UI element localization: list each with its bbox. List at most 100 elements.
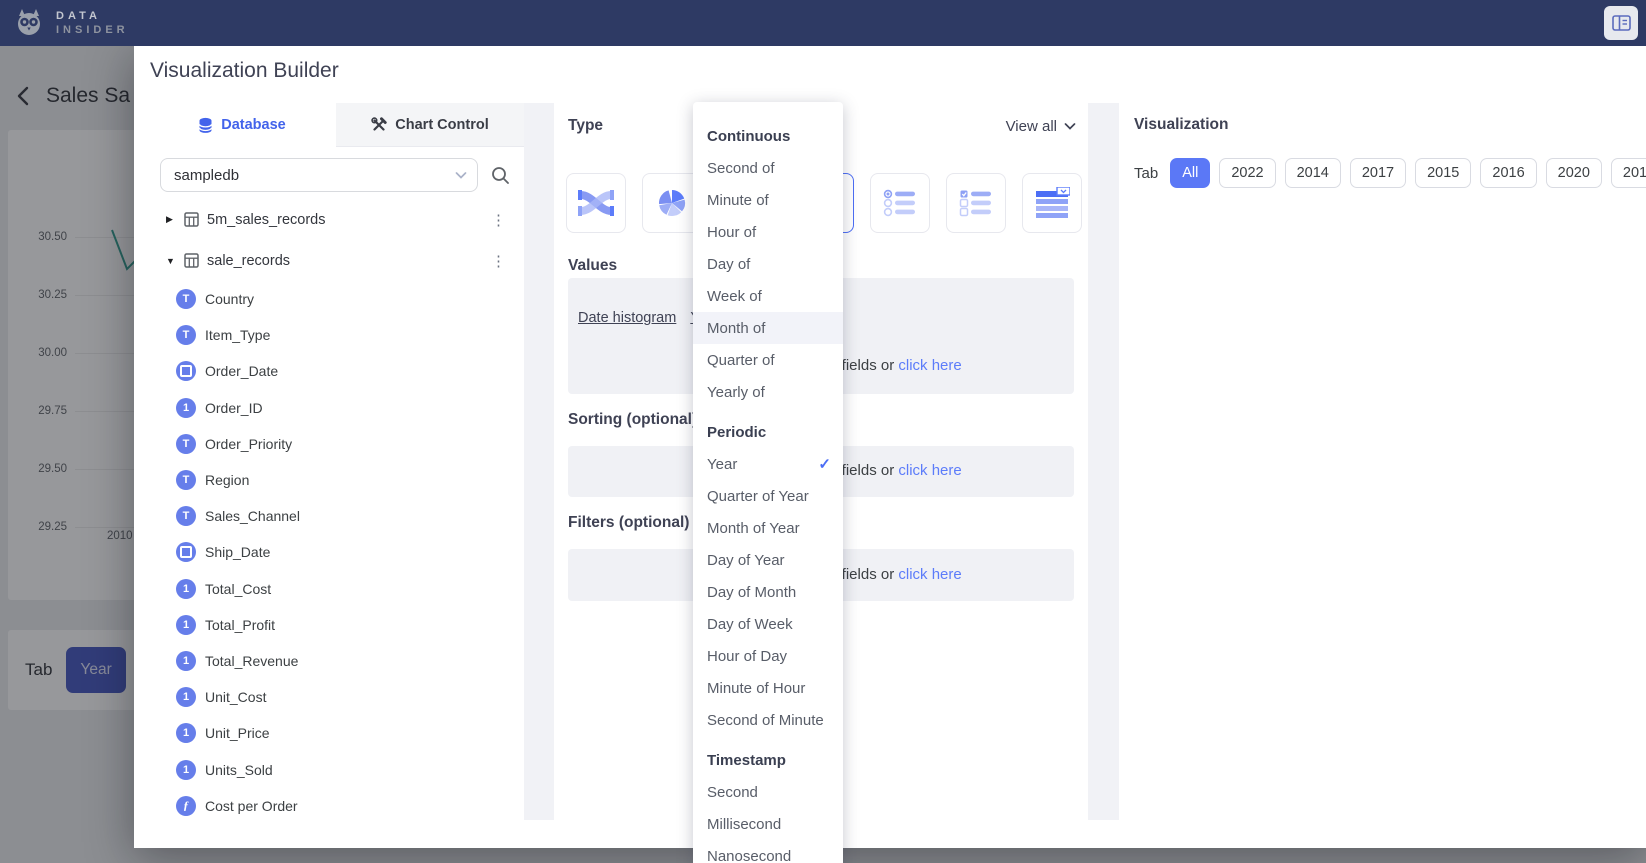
field-item[interactable]: Order_Date — [148, 353, 524, 389]
field-name: Country — [205, 291, 254, 307]
field-item[interactable]: ƒCost per Order — [148, 788, 524, 824]
year-chip[interactable]: 2016 — [1480, 158, 1536, 188]
field-name: Sales_Channel — [205, 508, 300, 524]
menu-item[interactable]: Hour of — [693, 216, 843, 248]
field-item[interactable]: 1Total_Cost — [148, 571, 524, 607]
check-icon: ✓ — [818, 455, 831, 473]
menu-item[interactable]: Day of — [693, 248, 843, 280]
menu-item[interactable]: Yearly of — [693, 376, 843, 408]
menu-item[interactable]: Month of Year — [693, 512, 843, 544]
field-item[interactable]: 1Total_Profit — [148, 607, 524, 643]
dashboard-icon[interactable] — [1604, 6, 1638, 40]
table-tree: ▶5m_sales_records⋮▼sale_records⋮ — [148, 199, 524, 281]
field-item[interactable]: T Item_Type — [148, 317, 524, 353]
tab-chart-control-label: Chart Control — [395, 117, 488, 133]
year-chip[interactable]: All — [1170, 158, 1210, 188]
year-tab-row: Tab All202220142017201520162020201120192 — [1134, 158, 1646, 188]
kebab-menu-icon[interactable]: ⋮ — [491, 211, 506, 229]
field-item[interactable]: 1Units_Sold — [148, 751, 524, 787]
view-all-button[interactable]: View all — [1006, 118, 1076, 135]
field-name: Order_Priority — [205, 436, 292, 452]
chart-type-tile[interactable] — [1022, 173, 1082, 233]
number-field-icon: 1 — [176, 687, 196, 707]
field-item[interactable]: 1 Unit_Price — [148, 715, 524, 751]
click-here-link[interactable]: click here — [898, 462, 961, 479]
function-glyph: ƒ — [183, 798, 189, 813]
menu-item-label: Hour of — [707, 224, 756, 241]
caret-down-icon[interactable]: ▼ — [166, 256, 178, 266]
menu-item-label: Day of — [707, 256, 750, 273]
field-item[interactable]: TOrder_Priority — [148, 426, 524, 462]
table-tree-item[interactable]: ▼sale_records⋮ — [148, 240, 524, 281]
sankey-icon — [578, 188, 614, 218]
field-item[interactable]: 1 Total_Revenue — [148, 643, 524, 679]
chevron-down-icon — [1064, 123, 1076, 130]
field-name: Order_ID — [205, 400, 263, 416]
menu-item[interactable]: Minute of Hour — [693, 672, 843, 704]
year-chip[interactable]: 2020 — [1546, 158, 1602, 188]
menu-item-label: Second of — [707, 160, 775, 177]
field-item[interactable]: TSales_Channel — [148, 498, 524, 534]
database-select-value[interactable] — [174, 167, 455, 184]
table-icon — [1034, 187, 1070, 219]
year-chip[interactable]: 2011 — [1611, 158, 1646, 188]
tab-database[interactable]: Database — [148, 103, 336, 147]
field-item[interactable]: 1Unit_Cost — [148, 679, 524, 715]
brand[interactable]: DATA INSIDER — [12, 6, 129, 40]
year-chip[interactable]: 2017 — [1350, 158, 1406, 188]
magnifier-icon[interactable] — [490, 165, 511, 186]
menu-item[interactable]: Second of Minute — [693, 704, 843, 736]
text-field-icon: T — [176, 325, 196, 345]
number-field-icon: 1 — [176, 651, 196, 671]
menu-item[interactable]: Second of — [693, 152, 843, 184]
chart-type-tile[interactable] — [946, 173, 1006, 233]
date-field-icon — [176, 361, 196, 381]
field-name: Unit_Price — [205, 725, 270, 741]
menu-item[interactable]: Quarter of Year — [693, 480, 843, 512]
field-name: Total_Revenue — [205, 653, 298, 669]
menu-item[interactable]: Second — [693, 776, 843, 808]
field-item[interactable]: TRegion — [148, 462, 524, 498]
menu-item[interactable]: Week of — [693, 280, 843, 312]
table-icon — [184, 253, 199, 268]
number-field-icon: 1 — [176, 723, 196, 743]
menu-item[interactable]: Hour of Day — [693, 640, 843, 672]
date-glyph — [180, 546, 192, 558]
menu-item-label: Month of Year — [707, 520, 800, 537]
chart-type-tile[interactable] — [870, 173, 930, 233]
menu-item-label: Minute of Hour — [707, 680, 805, 697]
date-glyph — [180, 365, 192, 377]
year-chip[interactable]: 2022 — [1219, 158, 1275, 188]
click-here-link[interactable]: click here — [898, 357, 961, 374]
brand-line1: DATA — [56, 10, 129, 22]
database-select[interactable] — [160, 158, 478, 192]
radio-list-icon — [882, 188, 918, 218]
menu-item[interactable]: Minute of — [693, 184, 843, 216]
menu-item[interactable]: Month of — [693, 312, 843, 344]
menu-item-label: Quarter of Year — [707, 488, 809, 505]
tab-chart-control[interactable]: Chart Control — [336, 103, 524, 147]
field-item[interactable]: Ship_Date — [148, 534, 524, 570]
sorting-section-header: Sorting (optional) — [568, 411, 697, 429]
value-pill[interactable]: Date histogram — [578, 310, 676, 326]
click-here-link[interactable]: click here — [898, 566, 961, 583]
menu-item[interactable]: Quarter of — [693, 344, 843, 376]
menu-item-label: Day of Month — [707, 584, 796, 601]
menu-item[interactable]: Day of Month — [693, 576, 843, 608]
menu-item[interactable]: Nanosecond — [693, 840, 843, 863]
menu-item[interactable]: Day of Week — [693, 608, 843, 640]
field-item[interactable]: TCountry — [148, 281, 524, 317]
field-name: Item_Type — [205, 327, 270, 343]
menu-item[interactable]: Day of Year — [693, 544, 843, 576]
field-list: TCountryTItem_TypeOrder_Date1Order_IDTOr… — [148, 281, 524, 824]
year-chip[interactable]: 2015 — [1415, 158, 1471, 188]
field-name: Units_Sold — [205, 762, 273, 778]
field-item[interactable]: 1Order_ID — [148, 390, 524, 426]
caret-right-icon[interactable]: ▶ — [166, 214, 178, 225]
chart-type-tile[interactable] — [566, 173, 626, 233]
table-tree-item[interactable]: ▶5m_sales_records⋮ — [148, 199, 524, 240]
kebab-menu-icon[interactable]: ⋮ — [491, 252, 506, 270]
year-chip[interactable]: 2014 — [1285, 158, 1341, 188]
menu-item[interactable]: Year✓ — [693, 448, 843, 480]
menu-item[interactable]: Millisecond — [693, 808, 843, 840]
